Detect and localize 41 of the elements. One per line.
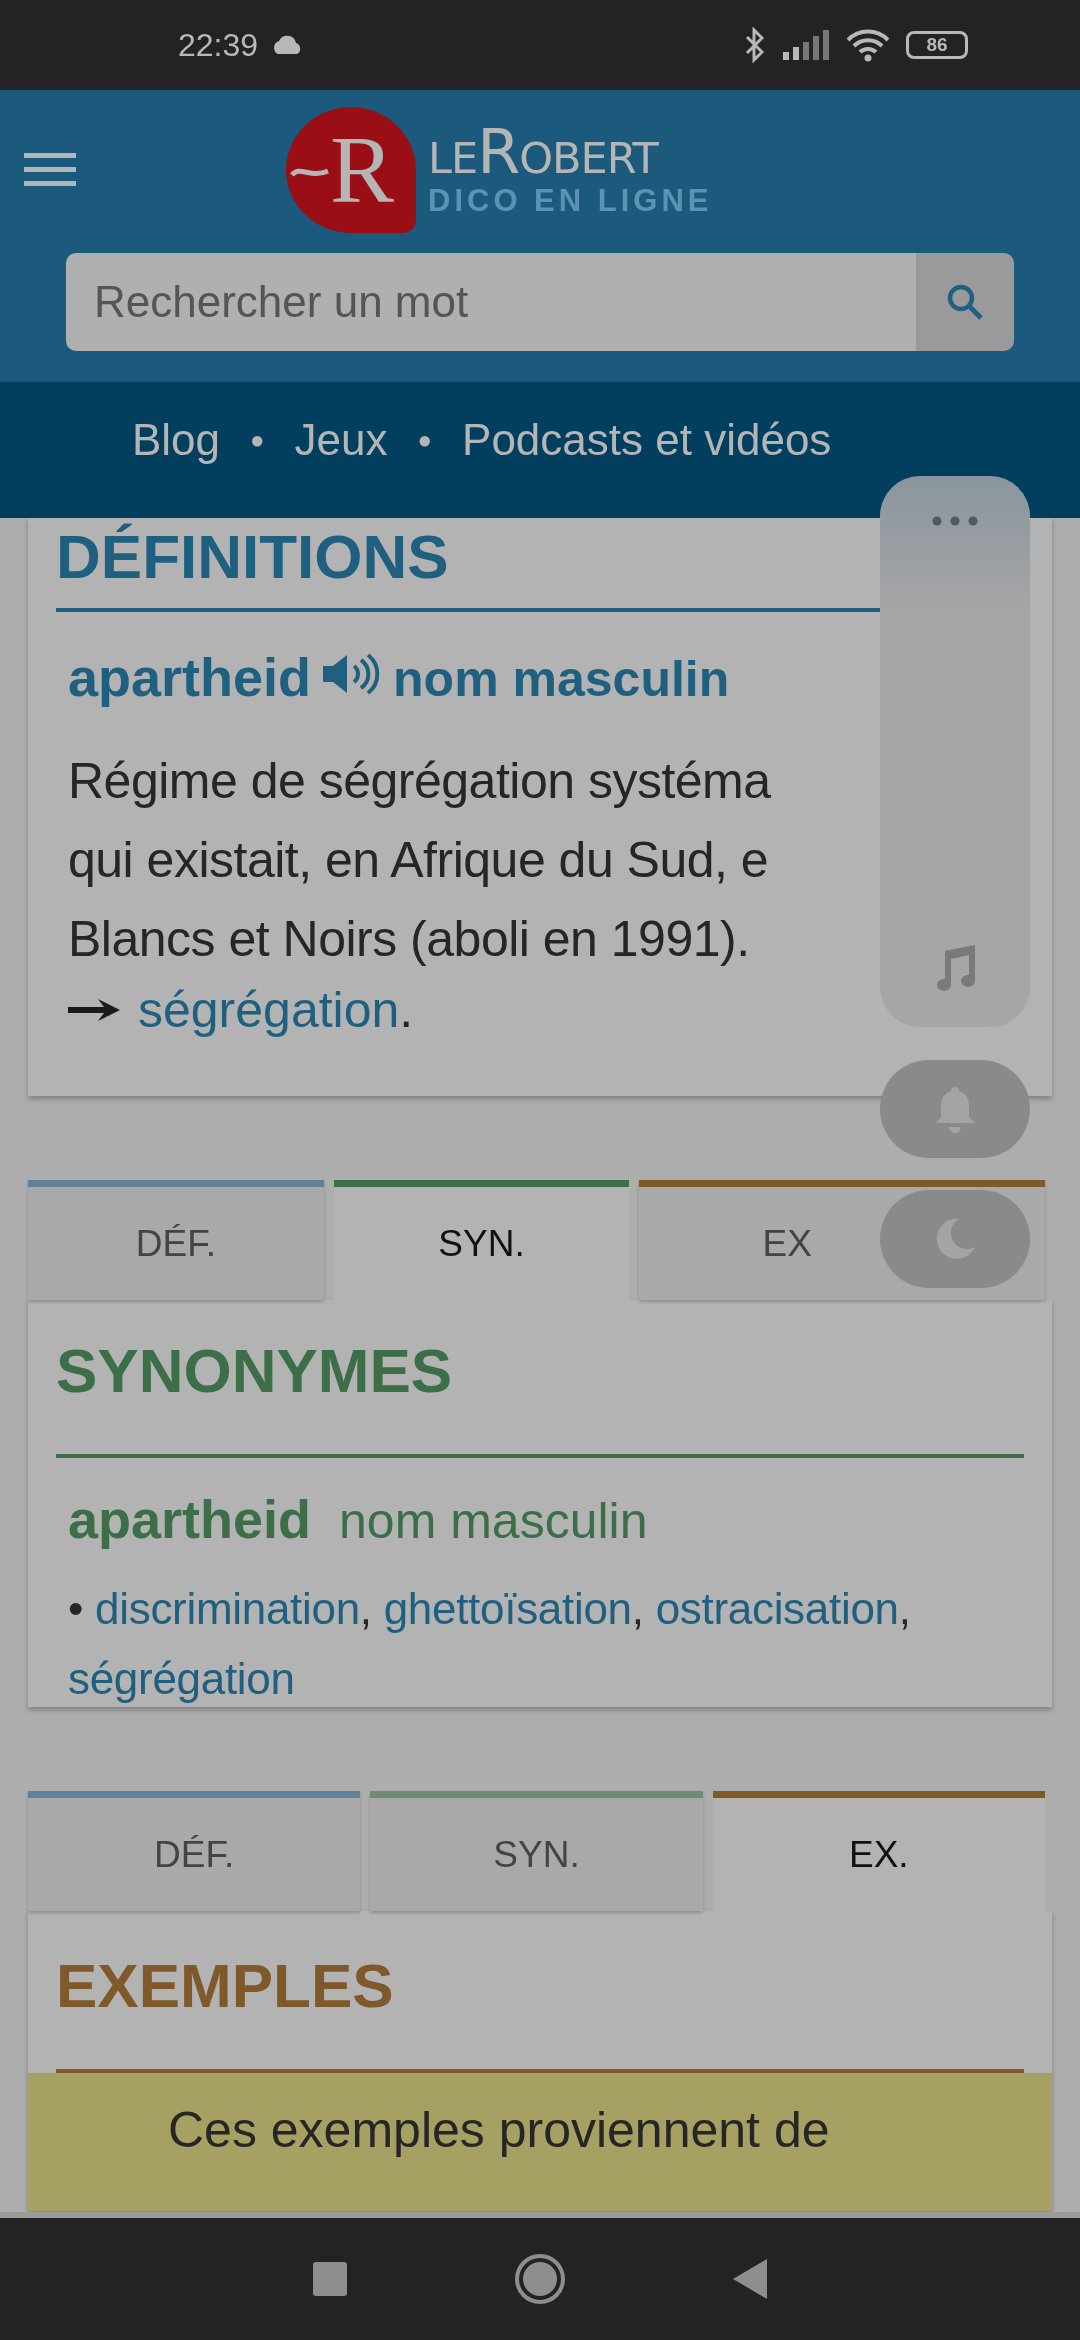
separator-dot: ● <box>250 426 265 454</box>
bluetooth-icon <box>744 27 766 63</box>
section-heading: EXEMPLES <box>56 1955 394 2019</box>
bell-icon <box>933 1085 977 1133</box>
word-category: nom masculin <box>393 650 730 708</box>
separator-dot: ● <box>417 426 433 454</box>
clock: 22:39 <box>178 26 259 64</box>
nav-link[interactable]: Podcasts et vidéos <box>462 418 832 462</box>
battery-icon: 86 <box>906 31 968 59</box>
signal-icon <box>782 30 830 60</box>
home-icon[interactable] <box>514 2253 566 2305</box>
notice-text: Ces exemples proviennent de <box>168 2102 830 2158</box>
section-tab[interactable]: DÉF. <box>28 1791 361 1911</box>
headword: apartheid <box>68 1488 312 1550</box>
section-tab[interactable]: SYN. <box>333 1180 630 1300</box>
headword: apartheid <box>68 646 312 708</box>
section-tab[interactable]: EX. <box>712 1791 1045 1911</box>
section-heading: DÉFINITIONS <box>56 521 449 593</box>
wifi-icon <box>846 28 890 62</box>
menu-icon[interactable] <box>24 153 76 187</box>
punctuation: . <box>399 981 414 1039</box>
section-tab[interactable]: DÉF. <box>28 1180 324 1300</box>
arrow-icon <box>68 997 120 1023</box>
definition-text: Régime de ségrégation systéma qui existait, en Afrique du Sud, e Blancs et Noirs (aboli en 1991). <box>68 752 771 969</box>
recents-icon[interactable] <box>313 2262 348 2296</box>
section-heading: SYNONYMES <box>56 1340 453 1404</box>
search-button[interactable] <box>916 253 1014 351</box>
cross-reference-link[interactable]: ségrégation <box>138 981 400 1039</box>
back-icon[interactable] <box>732 2259 767 2299</box>
word-category: nom masculin <box>339 1492 648 1550</box>
synonym-link[interactable]: ségrégation <box>68 1654 295 1703</box>
nav-link[interactable]: Blog <box>132 418 221 462</box>
search-icon <box>945 282 985 322</box>
more-icon[interactable] <box>932 516 978 526</box>
synonym-link[interactable]: ostracisation <box>655 1584 899 1633</box>
search-field[interactable]: Rechercher un mot <box>66 253 916 351</box>
synonym-link[interactable]: ghettoïsation <box>383 1584 632 1633</box>
synonym-list: • discrimination, ghettoïsation, ostracisation, ségrégation <box>68 1574 1044 1714</box>
synonym-link[interactable]: discrimination <box>95 1584 360 1633</box>
section-tab[interactable]: SYN. <box>370 1791 703 1911</box>
nav-link[interactable]: Jeux <box>294 418 388 462</box>
